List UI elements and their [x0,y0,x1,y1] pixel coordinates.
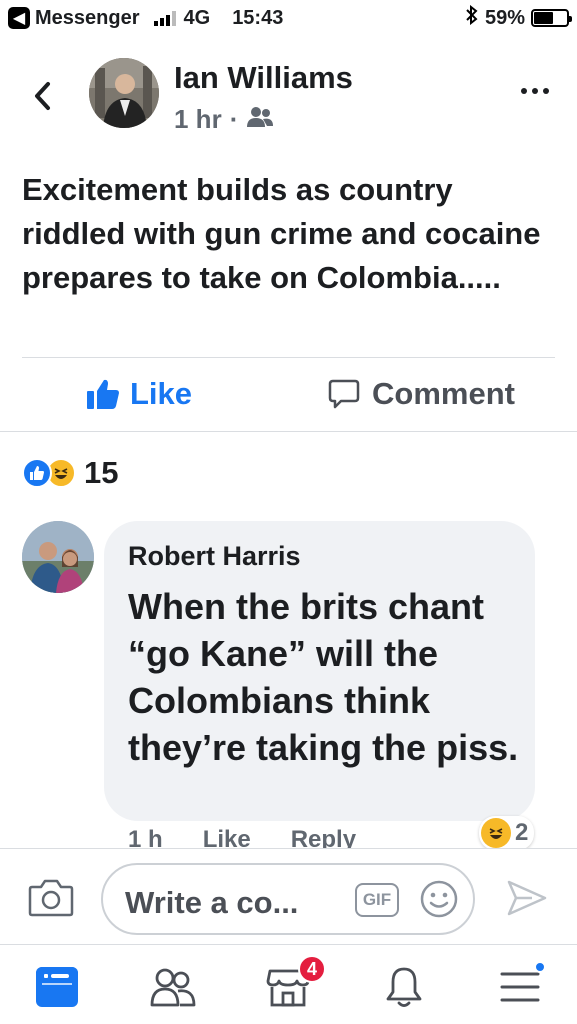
emoji-icon[interactable] [419,879,459,924]
reaction-count: 15 [84,455,119,490]
comment-reactions[interactable]: 2 [479,816,535,850]
commenter-avatar[interactable] [22,521,94,593]
comment-text: When the brits chant “go Kane” will the … [128,586,519,768]
comment-composer: Write a co... GIF [0,848,577,944]
back-arrow-icon: ◀ [8,7,30,29]
network-type: 4G [183,6,211,29]
battery-icon [531,9,572,27]
clock: 15:43 [232,6,284,29]
back-button[interactable] [28,76,56,116]
comment-meta: 1 h Like Reply [128,826,356,848]
back-to-app[interactable]: ◀ Messenger [8,7,140,30]
gif-button[interactable]: GIF [355,883,399,917]
post-time[interactable]: 1 hr [174,104,222,135]
comment-reply-link[interactable]: Reply [291,826,356,848]
haha-reaction-icon [481,818,511,848]
like-button[interactable]: Like [86,376,192,412]
like-label: Like [130,376,193,411]
news-feed-icon[interactable] [33,963,81,1011]
more-options-button[interactable] [521,88,549,94]
thumbs-up-icon [87,379,119,409]
meta-separator: · [229,104,239,134]
comment-input-placeholder: Write a co... [125,885,299,920]
tab-bar: 4 [0,944,577,1024]
comment-label: Comment [372,376,515,411]
comment-button[interactable]: Comment [328,376,515,412]
comment-icon [328,379,360,409]
post-meta: 1 hr · [174,104,274,135]
status-bar: ◀ Messenger 4G 15:43 59% [0,0,577,36]
divider [0,431,577,432]
camera-icon[interactable] [28,879,74,922]
battery-percent: 59% [484,6,525,29]
friends-icon [246,104,274,135]
comment-time: 1 h [128,826,163,848]
friends-icon[interactable] [149,963,197,1011]
like-reaction-icon [22,458,52,488]
post-action-bar: Like Comment [0,366,577,428]
author-name[interactable]: Ian Williams [174,60,353,96]
marketplace-badge: 4 [298,955,326,983]
post-header: Ian Williams 1 hr · [0,52,577,142]
reactions-summary[interactable]: 15 [22,455,118,491]
back-app-label: Messenger [35,6,140,29]
comment-reaction-count: 2 [515,819,529,846]
comment-input[interactable]: Write a co... GIF [101,863,475,935]
bluetooth-icon [465,4,479,31]
divider [22,357,555,358]
post-text: Excitement builds as country riddled wit… [22,172,541,295]
menu-notification-dot [534,961,546,973]
chevron-left-icon [35,82,50,110]
send-icon[interactable] [506,879,548,922]
author-avatar[interactable] [89,58,159,128]
notifications-icon[interactable] [380,963,428,1011]
comment-bubble[interactable]: Robert Harris When the brits chant “go K… [104,521,535,821]
signal-icon [153,10,176,26]
commenter-name[interactable]: Robert Harris [128,541,301,572]
comment-like-link[interactable]: Like [203,826,251,848]
